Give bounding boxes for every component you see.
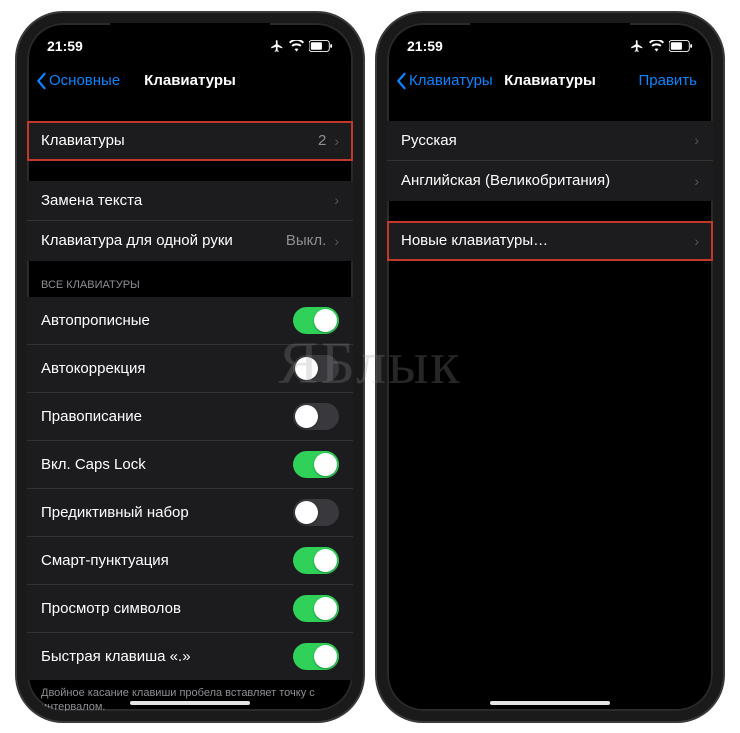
toggle-predictive[interactable] [293, 499, 339, 526]
row-label: Клавиатура для одной руки [41, 232, 233, 249]
row-label: Новые клавиатуры… [401, 232, 548, 249]
row-caps-lock: Вкл. Caps Lock [27, 441, 353, 489]
row-value: 2 [318, 132, 326, 149]
row-spelling: Правописание [27, 393, 353, 441]
row-dot-shortcut: Быстрая клавиша «.» [27, 633, 353, 680]
row-label: Английская (Великобритания) [401, 172, 610, 189]
row-char-preview: Просмотр символов [27, 585, 353, 633]
row-value: Выкл. [286, 232, 326, 249]
chevron-right-icon: › [334, 133, 339, 149]
notch [110, 23, 270, 49]
toggle-smart-punctuation[interactable] [293, 547, 339, 574]
row-label: Автокоррекция [41, 360, 145, 377]
chevron-right-icon: › [334, 233, 339, 249]
toggle-auto-capitalize[interactable] [293, 307, 339, 334]
chevron-right-icon: › [334, 192, 339, 208]
wifi-icon [649, 40, 664, 52]
home-indicator[interactable] [490, 701, 610, 705]
nav-back-button[interactable]: Клавиатуры [395, 72, 493, 90]
row-smart-punctuation: Смарт-пунктуация [27, 537, 353, 585]
keyboards-content[interactable]: Русская › Английская (Великобритания) › … [387, 101, 713, 711]
notch [470, 23, 630, 49]
row-label: Быстрая клавиша «.» [41, 648, 191, 665]
row-label: Правописание [41, 408, 142, 425]
nav-edit-button[interactable]: Править [639, 72, 706, 89]
row-autocorrect: Автокоррекция [27, 345, 353, 393]
row-label: Смарт-пунктуация [41, 552, 169, 569]
footer-space-tap: Двойное касание клавиши пробела вставляе… [27, 680, 353, 711]
row-predictive: Предиктивный набор [27, 489, 353, 537]
status-time: 21:59 [407, 38, 443, 54]
phone-left: 21:59 Основные Клавиатуры Клавиатуры [17, 13, 363, 721]
row-label: Вкл. Caps Lock [41, 456, 146, 473]
row-label: Просмотр символов [41, 600, 181, 617]
chevron-right-icon: › [694, 132, 699, 148]
airplane-icon [270, 39, 284, 53]
battery-icon [309, 40, 333, 52]
status-icons [270, 39, 333, 53]
row-label: Автопрописные [41, 312, 150, 329]
status-time: 21:59 [47, 38, 83, 54]
row-one-hand-keyboard[interactable]: Клавиатура для одной руки Выкл. › [27, 221, 353, 261]
toggle-spelling[interactable] [293, 403, 339, 430]
nav-bar: Клавиатуры Клавиатуры Править [387, 61, 713, 101]
row-auto-capitalize: Автопрописные [27, 297, 353, 345]
row-label: Замена текста [41, 192, 142, 209]
nav-back-label: Основные [49, 72, 120, 89]
row-label: Клавиатуры [41, 132, 125, 149]
nav-title: Клавиатуры [144, 72, 236, 89]
nav-title: Клавиатуры [504, 72, 596, 89]
nav-back-button[interactable]: Основные [35, 72, 120, 90]
row-label: Русская [401, 132, 457, 149]
nav-bar: Основные Клавиатуры [27, 61, 353, 101]
toggle-char-preview[interactable] [293, 595, 339, 622]
nav-back-label: Клавиатуры [409, 72, 493, 89]
toggle-dot-shortcut[interactable] [293, 643, 339, 670]
chevron-left-icon [395, 72, 407, 90]
airplane-icon [630, 39, 644, 53]
keyboard-row-english-uk[interactable]: Английская (Великобритания) › [387, 161, 713, 201]
settings-content[interactable]: Клавиатуры 2 › Замена текста › Клавиатур… [27, 101, 353, 711]
toggle-autocorrect[interactable] [293, 355, 339, 382]
battery-icon [669, 40, 693, 52]
wifi-icon [289, 40, 304, 52]
row-text-replacement[interactable]: Замена текста › [27, 181, 353, 221]
chevron-right-icon: › [694, 173, 699, 189]
row-add-keyboard[interactable]: Новые клавиатуры… › [387, 221, 713, 261]
chevron-left-icon [35, 72, 47, 90]
home-indicator[interactable] [130, 701, 250, 705]
keyboard-row-russian[interactable]: Русская › [387, 121, 713, 161]
row-keyboards[interactable]: Клавиатуры 2 › [27, 121, 353, 161]
status-icons [630, 39, 693, 53]
toggle-caps-lock[interactable] [293, 451, 339, 478]
section-header-all-keyboards: ВСЕ КЛАВИАТУРЫ [27, 261, 353, 297]
chevron-right-icon: › [694, 233, 699, 249]
row-label: Предиктивный набор [41, 504, 189, 521]
phone-right: 21:59 Клавиатуры Клавиатуры Править Русс… [377, 13, 723, 721]
